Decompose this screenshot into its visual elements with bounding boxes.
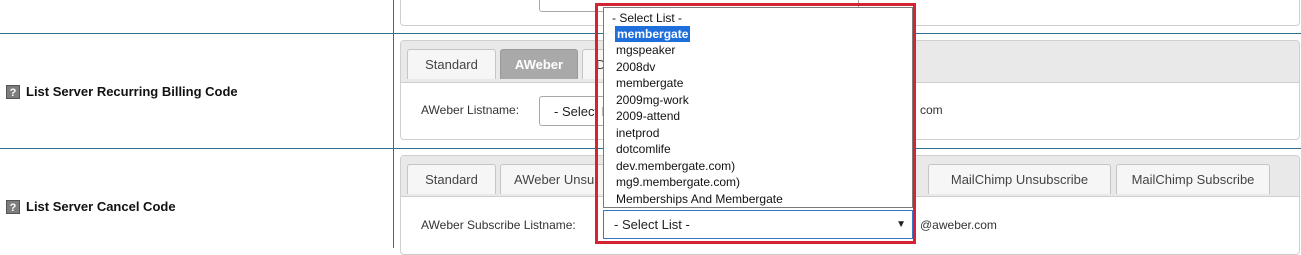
dropdown-option[interactable]: mgspeaker — [616, 42, 675, 58]
tab-standard-cancel[interactable]: Standard — [407, 164, 496, 194]
dropdown-option[interactable]: 2009mg-work — [616, 92, 689, 108]
help-icon[interactable]: ? — [6, 84, 20, 99]
tab-mailchimp-subscribe[interactable]: MailChimp Subscribe — [1116, 164, 1270, 194]
aweber-subscribe-suffix: @aweber.com — [920, 218, 997, 232]
tab-standard-cancel-label: Standard — [425, 172, 478, 187]
dropdown-option[interactable]: mg9.membergate.com) — [616, 174, 740, 190]
aweber-listname-suffix: com — [920, 103, 943, 117]
dropdown-option[interactable]: Memberships And Membergate — [616, 191, 783, 207]
dropdown-option-highlighted[interactable]: membergate — [615, 26, 691, 42]
chevron-down-icon: ▼ — [896, 219, 906, 230]
tab-mailchimp-unsubscribe[interactable]: MailChimp Unsubscribe — [928, 164, 1111, 194]
select-current-value: - Select List - — [614, 217, 690, 232]
aweber-subscribe-listname-label: AWeber Subscribe Listname: — [421, 218, 576, 232]
tab-aweber-label: AWeber — [514, 57, 564, 72]
tab-aweber-unsubscribe[interactable]: AWeber Unsu — [500, 164, 610, 194]
dropdown-option[interactable]: membergate — [616, 75, 683, 91]
billing-row-label: ? List Server Recurring Billing Code — [6, 84, 238, 99]
dropdown-option[interactable]: dev.membergate.com) — [616, 158, 735, 174]
dropdown-option[interactable]: inetprod — [616, 125, 659, 141]
tab-standard[interactable]: Standard — [407, 49, 496, 79]
dropdown-options-list[interactable]: - Select List - membergate mgspeaker 200… — [603, 7, 913, 208]
aweber-listname-label: AWeber Listname: — [421, 103, 520, 117]
dropdown-option[interactable]: 2008dv — [616, 59, 655, 75]
tab-aweber[interactable]: AWeber — [500, 49, 578, 79]
cancel-label-text: List Server Cancel Code — [26, 199, 176, 214]
aweber-subscribe-listname-select[interactable]: - Select List - ▼ — [603, 210, 913, 239]
tab-aweber-unsubscribe-label: AWeber Unsu — [514, 172, 595, 187]
cancel-row-label: ? List Server Cancel Code — [6, 199, 176, 214]
tab-mailchimp-subscribe-label: MailChimp Subscribe — [1131, 172, 1255, 187]
dropdown-option[interactable]: 2009-attend — [616, 108, 680, 124]
billing-label-text: List Server Recurring Billing Code — [26, 84, 238, 99]
column-divider — [393, 0, 394, 248]
dropdown-option[interactable]: - Select List - — [612, 10, 682, 26]
tab-standard-label: Standard — [425, 57, 478, 72]
dropdown-option[interactable]: dotcomlife — [616, 141, 671, 157]
help-icon[interactable]: ? — [6, 199, 20, 214]
tab-mailchimp-unsubscribe-label: MailChimp Unsubscribe — [950, 172, 1089, 187]
